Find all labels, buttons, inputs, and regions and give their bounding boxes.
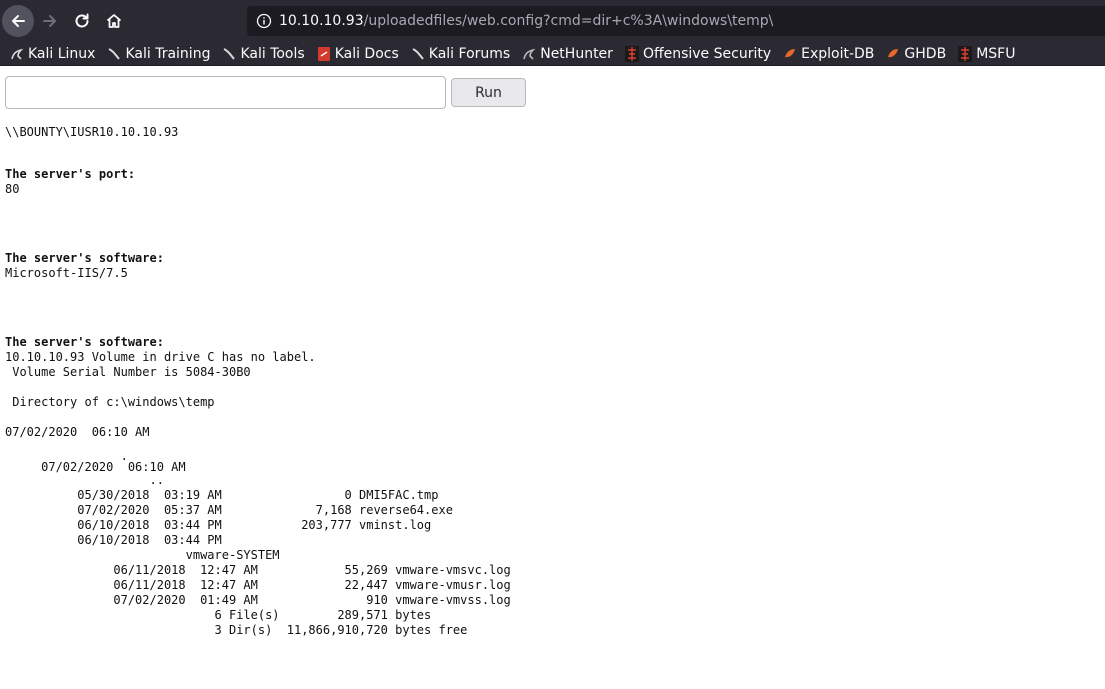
exploitdb-icon <box>886 47 900 61</box>
listing-line: 07/02/2020 01:49 AM 910 vmware-vmvss.log <box>5 593 511 607</box>
bookmark-label: Offensive Security <box>642 45 772 62</box>
listing-line: Directory of c:\windows\temp <box>5 395 215 409</box>
port-heading: The server's port: <box>5 167 136 181</box>
exploitdb-icon <box>783 47 797 61</box>
browser-toolbar: 10.10.10.93/uploadedfiles/web.config?cmd… <box>0 0 1105 42</box>
listing-line: 07/02/2020 06:10 AM <box>5 425 150 439</box>
url-path: /uploadedfiles/web.config?cmd=dir+c%3A\w… <box>363 13 774 29</box>
kali-dragon-icon <box>411 47 425 61</box>
listing-line: 06/10/2018 03:44 PM 203,777 vminst.log <box>5 518 432 532</box>
bookmark-label: Kali Docs <box>334 45 399 62</box>
kali-docs-icon <box>317 46 331 61</box>
listing-line: vmware-SYSTEM <box>5 548 280 562</box>
command-input[interactable] <box>5 76 446 109</box>
software-heading: The server's software: <box>5 251 164 265</box>
reload-button[interactable] <box>66 5 98 37</box>
bookmark-kali-docs[interactable]: Kali Docs <box>317 46 399 62</box>
listing-line: .. <box>5 473 164 487</box>
offsec-icon <box>958 45 973 62</box>
bookmark-ghdb[interactable]: GHDB <box>886 46 946 62</box>
listing-line: Volume Serial Number is 5084-30B0 <box>5 365 251 379</box>
bookmark-label: Kali Forums <box>428 45 511 62</box>
bookmark-offensive-security[interactable]: Offensive Security <box>624 45 772 62</box>
software-value: Microsoft-IIS/7.5 <box>5 266 128 280</box>
listing-line: 06/10/2018 03:44 PM <box>5 533 222 547</box>
bookmark-kali-tools[interactable]: Kali Tools <box>222 45 305 62</box>
kali-dragon-icon <box>222 47 236 61</box>
info-icon[interactable] <box>256 13 272 29</box>
listing-line: 05/30/2018 03:19 AM 0 DMI5FAC.tmp <box>5 488 439 502</box>
url-bar[interactable]: 10.10.10.93/uploadedfiles/web.config?cmd… <box>247 6 1105 36</box>
port-value: 80 <box>5 182 20 196</box>
offsec-icon <box>624 45 639 62</box>
user-identity: \\BOUNTY\IUSR10.10.10.93 <box>5 125 179 139</box>
software-heading-2: The server's software: <box>5 335 164 349</box>
listing-line <box>5 410 511 425</box>
bookmark-kali-forums[interactable]: Kali Forums <box>411 46 510 62</box>
directory-listing: 10.10.10.93 Volume in drive C has no lab… <box>5 350 511 638</box>
bookmark-label: NetHunter <box>540 45 613 62</box>
listing-line: 06/11/2018 12:47 AM 55,269 vmware-vmsvc.… <box>5 563 511 577</box>
listing-line <box>5 380 511 395</box>
listing-line: 6 File(s) 289,571 bytes <box>5 608 432 622</box>
kali-dragon-icon <box>10 47 24 61</box>
listing-line: 06/11/2018 12:47 AM 22,447 vmware-vmusr.… <box>5 578 511 592</box>
url-text: 10.10.10.93/uploadedfiles/web.config?cmd… <box>279 13 773 29</box>
arrow-left-icon <box>12 15 25 27</box>
bookmark-label: Kali Training <box>125 45 211 62</box>
nethunter-icon <box>522 47 536 61</box>
home-button[interactable] <box>98 5 130 37</box>
arrow-right-icon <box>43 15 56 27</box>
kali-dragon-icon <box>107 47 121 61</box>
bookmark-label: Exploit-DB <box>801 45 875 62</box>
home-icon <box>106 14 122 28</box>
bookmark-kali-linux[interactable]: Kali Linux <box>10 46 95 62</box>
forward-button[interactable] <box>34 5 66 37</box>
url-host: 10.10.10.93 <box>279 13 364 29</box>
bookmark-nethunter[interactable]: NetHunter <box>522 46 613 62</box>
bookmark-kali-training[interactable]: Kali Training <box>107 46 210 62</box>
bookmark-label: GHDB <box>904 45 947 62</box>
bookmark-msfu[interactable]: MSFU <box>958 45 1016 62</box>
bookmark-label: MSFU <box>976 45 1016 62</box>
back-button[interactable] <box>2 5 34 37</box>
listing-line: 3 Dir(s) 11,866,910,720 bytes free <box>5 623 468 637</box>
bookmark-exploit-db[interactable]: Exploit-DB <box>783 46 874 62</box>
listing-line: 07/02/2020 05:37 AM 7,168 reverse64.exe <box>5 503 453 517</box>
bookmarks-bar: Kali Linux Kali Training Kali Tools Kali… <box>0 42 1105 66</box>
reload-icon <box>75 13 89 28</box>
bookmark-label: Kali Linux <box>28 45 96 62</box>
bookmark-label: Kali Tools <box>240 45 305 62</box>
listing-line: 10.10.10.93 Volume in drive C has no lab… <box>5 350 316 364</box>
run-button[interactable]: Run <box>451 78 526 107</box>
